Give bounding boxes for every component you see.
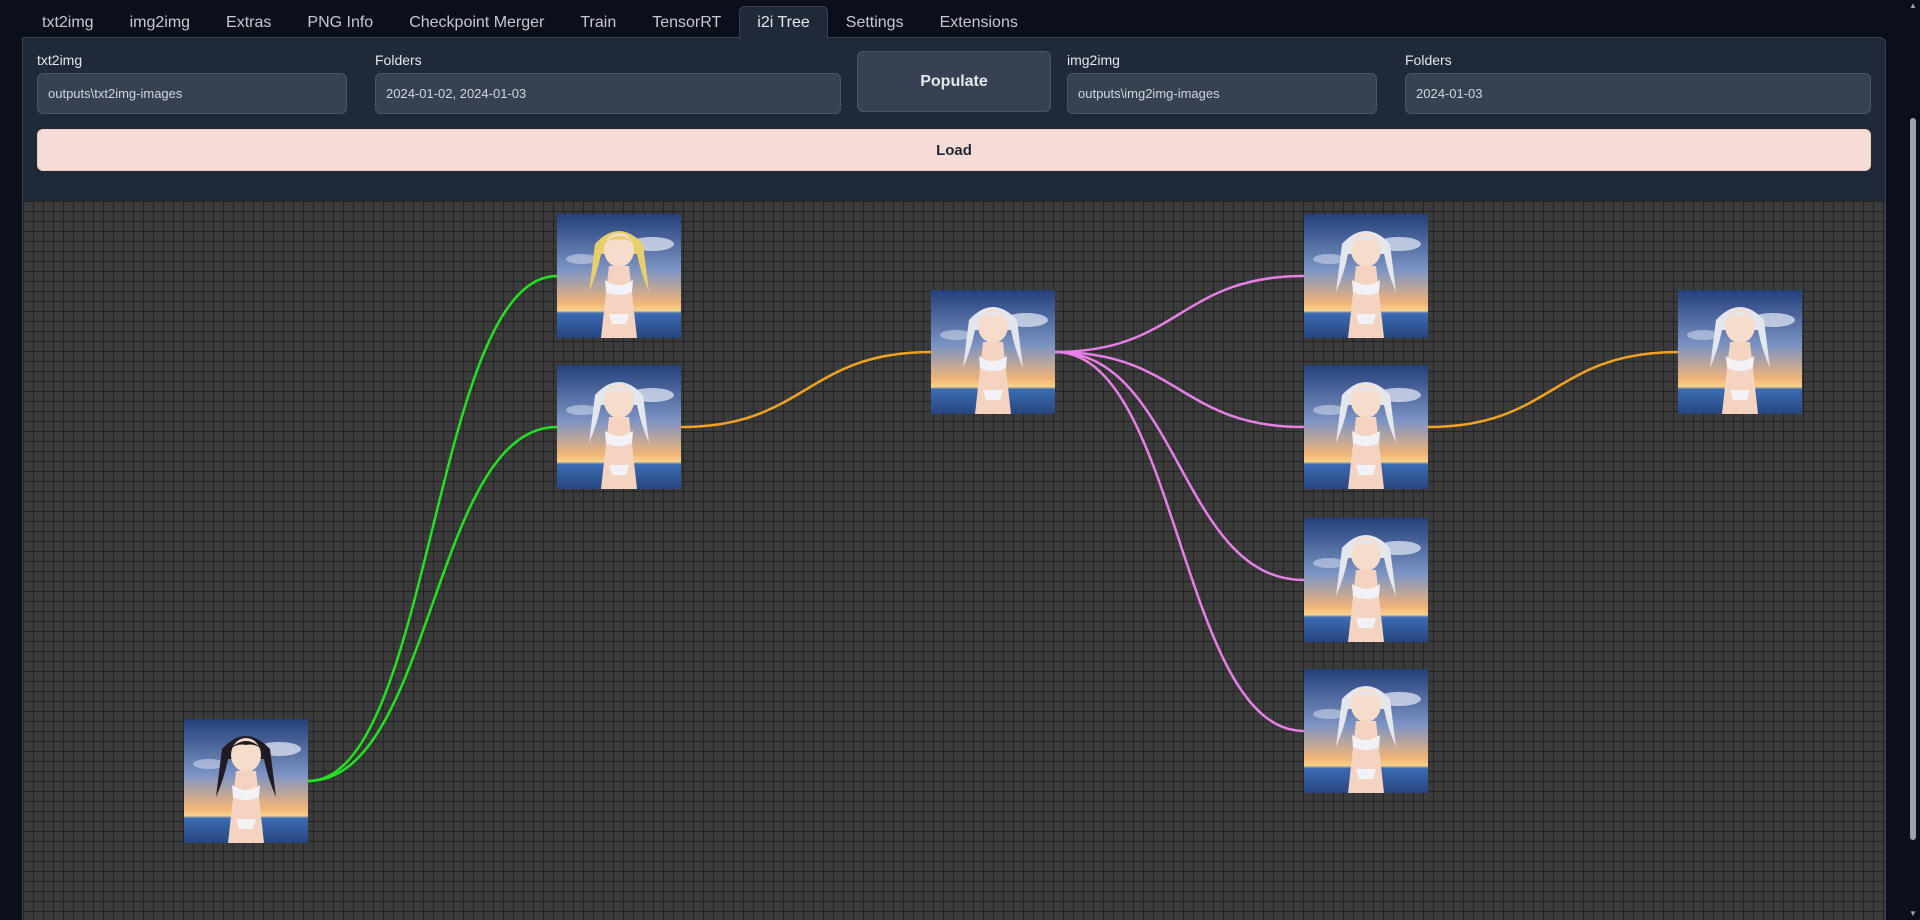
tree-node-root[interactable] — [184, 719, 308, 843]
populate-button[interactable]: Populate — [857, 51, 1051, 112]
tab-settings[interactable]: Settings — [828, 6, 922, 38]
thumbnail-image — [557, 365, 681, 489]
edge-white-a-to-white-center — [680, 350, 932, 429]
edge-white-center-to-white-c1 — [1054, 274, 1305, 354]
edge-root-to-blonde — [307, 274, 558, 783]
tree-node-white-far[interactable] — [1678, 290, 1802, 414]
img2img-folders-label: Folders — [1405, 52, 1452, 68]
tree-node-white-center[interactable] — [931, 290, 1055, 414]
load-button[interactable]: Load — [37, 129, 1871, 171]
app-root: txt2img img2img Extras PNG Info Checkpoi… — [0, 0, 1920, 920]
txt2img-dir-label: txt2img — [37, 52, 83, 68]
tree-node-white-c2[interactable] — [1304, 365, 1428, 489]
tree-canvas[interactable] — [23, 201, 1885, 920]
edge-white-c2-to-white-far — [1427, 350, 1679, 429]
tree-node-white-c1[interactable] — [1304, 214, 1428, 338]
txt2img-folders-input[interactable]: 2024-01-02, 2024-01-03 — [375, 73, 841, 114]
scroll-up-icon[interactable]: ▲ — [1909, 2, 1917, 10]
tab-train[interactable]: Train — [562, 6, 634, 38]
thumbnail-image — [1304, 214, 1428, 338]
img2img-dir-label: img2img — [1067, 52, 1120, 68]
edge-white-center-to-white-c3 — [1054, 350, 1305, 582]
thumbnail-image — [1304, 669, 1428, 793]
thumbnail-image — [1678, 290, 1802, 414]
tree-node-white-c4[interactable] — [1304, 669, 1428, 793]
txt2img-folders-label: Folders — [375, 52, 422, 68]
tab-tensorrt[interactable]: TensorRT — [634, 6, 739, 38]
img2img-dir-input[interactable]: outputs\img2img-images — [1067, 73, 1377, 114]
edge-white-center-to-white-c4 — [1054, 350, 1305, 733]
thumbnail-image — [931, 290, 1055, 414]
thumbnail-image — [557, 214, 681, 338]
tab-extras[interactable]: Extras — [208, 6, 289, 38]
page-scrollbar[interactable]: ▲ ▼ — [1906, 0, 1920, 920]
tab-img2img[interactable]: img2img — [112, 6, 208, 38]
tab-bar: txt2img img2img Extras PNG Info Checkpoi… — [24, 6, 1036, 39]
i2i-tree-panel: txt2img outputs\txt2img-images Folders 2… — [22, 37, 1886, 920]
tree-node-blonde[interactable] — [557, 214, 681, 338]
img2img-folders-input[interactable]: 2024-01-03 — [1405, 73, 1871, 114]
tab-txt2img[interactable]: txt2img — [24, 6, 112, 38]
scrollbar-thumb[interactable] — [1910, 118, 1916, 840]
tree-node-white-c3[interactable] — [1304, 518, 1428, 642]
thumbnail-image — [184, 719, 308, 843]
tab-checkpoint-merger[interactable]: Checkpoint Merger — [391, 6, 562, 38]
tree-node-white-a[interactable] — [557, 365, 681, 489]
scroll-down-icon[interactable]: ▼ — [1909, 910, 1917, 918]
edge-white-center-to-white-c2 — [1054, 350, 1305, 429]
thumbnail-image — [1304, 518, 1428, 642]
tab-i2i-tree[interactable]: i2i Tree — [739, 6, 828, 39]
txt2img-dir-input[interactable]: outputs\txt2img-images — [37, 73, 347, 114]
tab-png-info[interactable]: PNG Info — [289, 6, 391, 38]
edge-root-to-white-a — [307, 425, 558, 783]
tab-extensions[interactable]: Extensions — [922, 6, 1036, 38]
thumbnail-image — [1304, 365, 1428, 489]
